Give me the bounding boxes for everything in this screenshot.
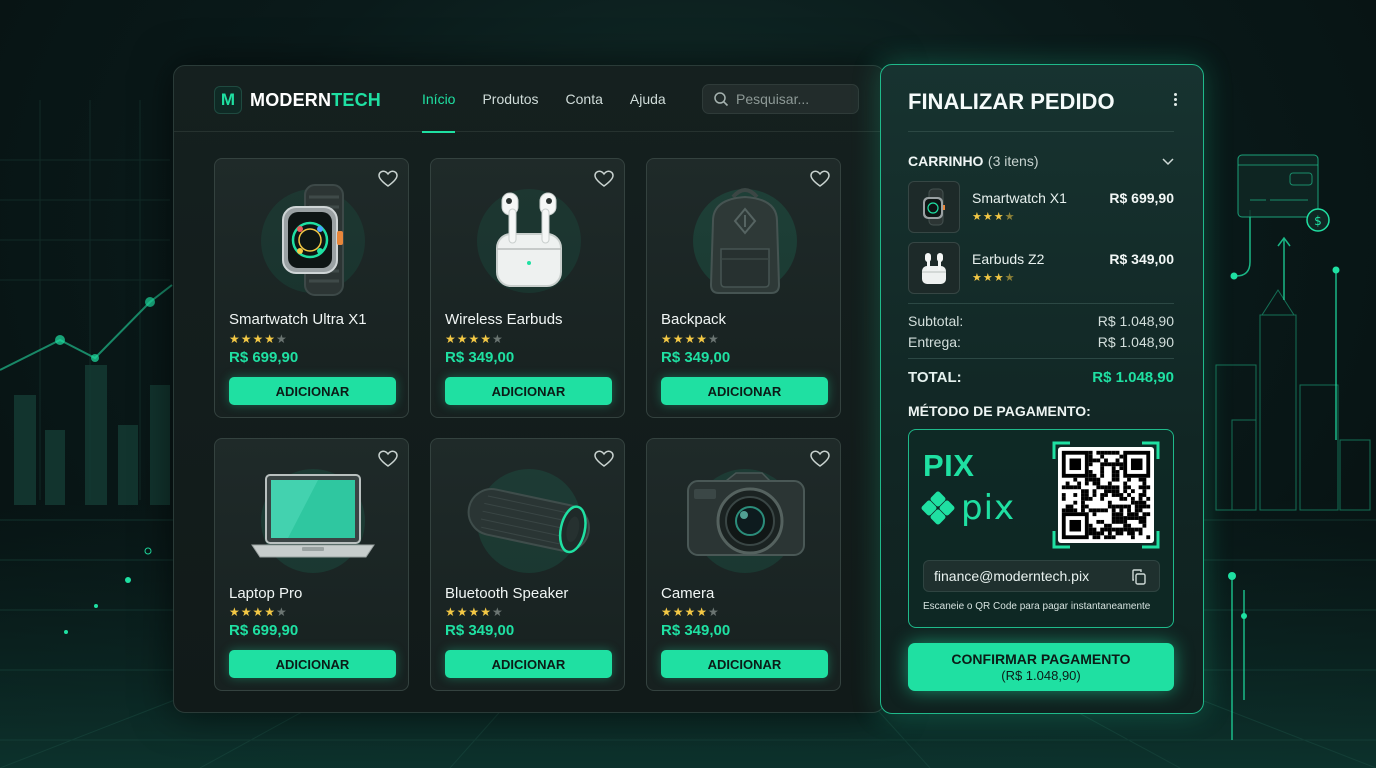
- product-price: R$ 349,00: [445, 349, 515, 366]
- total-value: R$ 1.048,90: [1092, 369, 1174, 386]
- pix-title: PIX: [923, 448, 975, 483]
- rating-stars: ★★★★: [972, 211, 1016, 223]
- rating-stars: ★★★★★: [229, 332, 288, 346]
- add-to-cart-button[interactable]: ADICIONAR: [661, 377, 828, 405]
- store-window: M MODERNTECH Início Produtos Conta Ajuda: [173, 65, 885, 713]
- shipping-label: Entrega:: [908, 334, 961, 350]
- checkout-title: FINALIZAR PEDIDO: [908, 89, 1115, 114]
- product-name: Backpack: [661, 311, 727, 328]
- product-price: R$ 699,90: [229, 349, 299, 366]
- smartwatch-thumbnail-icon: [908, 181, 960, 233]
- cart-header[interactable]: CARRINHO (3 itens): [908, 153, 1174, 171]
- product-name: Bluetooth Speaker: [445, 585, 569, 602]
- backpack-icon: [647, 169, 842, 309]
- product-card: Backpack ★★★★★ R$ 349,00 ADICIONAR: [646, 158, 841, 418]
- brand[interactable]: M MODERNTECH: [214, 86, 381, 114]
- brand-name: MODERNTECH: [250, 89, 382, 110]
- rating-stars: ★★★★★: [445, 605, 504, 619]
- product-price: R$ 349,00: [445, 622, 515, 639]
- cart-label: CARRINHO: [908, 153, 984, 169]
- product-card: Smartwatch Ultra X1 ★★★★★ R$ 699,90 ADIC…: [214, 158, 409, 418]
- rating-stars: ★★★★: [972, 272, 1016, 284]
- svg-text:$: $: [1314, 214, 1322, 228]
- top-navigation: M MODERNTECH Início Produtos Conta Ajuda: [174, 66, 884, 133]
- subtotal-row: Subtotal: R$ 1.048,90: [908, 313, 1174, 329]
- add-to-cart-button[interactable]: ADICIONAR: [445, 650, 612, 678]
- divider: [908, 358, 1174, 359]
- product-name: Laptop Pro: [229, 585, 303, 602]
- pix-logo-text: pix: [961, 488, 1016, 528]
- subtotal-value: R$ 1.048,90: [1097, 313, 1174, 329]
- pix-hint-text: Escaneie o QR Code para pagar instantane…: [923, 601, 1151, 612]
- earbuds-icon: [431, 169, 626, 309]
- smartwatch-icon: [215, 169, 410, 309]
- add-to-cart-button[interactable]: ADICIONAR: [229, 650, 396, 678]
- product-card: Laptop Pro ★★★★★ R$ 699,90 ADICIONAR: [214, 438, 409, 691]
- confirm-payment-button[interactable]: CONFIRMAR PAGAMENTO (R$ 1.048,90): [908, 643, 1174, 691]
- product-card: Bluetooth Speaker ★★★★★ R$ 349,00 ADICIO…: [430, 438, 625, 691]
- nav-item-inicio[interactable]: Início: [422, 66, 456, 133]
- confirm-amount: (R$ 1.048,90): [1001, 668, 1081, 683]
- subtotal-label: Subtotal:: [908, 313, 964, 329]
- product-price: R$ 349,00: [661, 622, 731, 639]
- nav-item-conta[interactable]: Conta: [566, 66, 603, 132]
- product-price: R$ 349,00: [661, 349, 731, 366]
- shipping-row: Entrega: R$ 1.048,90: [908, 334, 1174, 350]
- add-to-cart-button[interactable]: ADICIONAR: [661, 650, 828, 678]
- divider: [908, 303, 1174, 304]
- pix-key-field[interactable]: finance@moderntech.pix: [923, 560, 1160, 592]
- nav-item-ajuda[interactable]: Ajuda: [630, 66, 666, 132]
- qr-code-icon: [1058, 447, 1154, 543]
- qr-code: [1052, 441, 1160, 549]
- cart-item-price: R$ 699,90: [1109, 190, 1174, 206]
- checkout-panel: FINALIZAR PEDIDO CARRINHO (3 itens) Smar…: [880, 64, 1204, 714]
- product-card: Wireless Earbuds ★★★★★ R$ 349,00 ADICION…: [430, 158, 625, 418]
- divider: [908, 131, 1174, 132]
- confirm-label: CONFIRMAR PAGAMENTO: [951, 651, 1131, 667]
- rating-stars: ★★★★★: [661, 605, 720, 619]
- search-box: [702, 84, 859, 114]
- product-name: Camera: [661, 585, 715, 602]
- speaker-icon: [431, 449, 626, 589]
- chevron-down-icon[interactable]: [1162, 158, 1174, 166]
- cart-item-name: Smartwatch X1: [972, 190, 1067, 206]
- cart-item-price: R$ 349,00: [1109, 251, 1174, 267]
- nav-menu: Início Produtos Conta Ajuda: [422, 66, 693, 133]
- product-name: Smartwatch Ultra X1: [229, 311, 367, 328]
- laptop-icon: [215, 449, 410, 589]
- more-options-icon[interactable]: [1171, 91, 1179, 109]
- payment-method-label: MÉTODO DE PAGAMENTO:: [908, 403, 1091, 419]
- cart-item-name: Earbuds Z2: [972, 251, 1045, 267]
- pix-logo: pix: [921, 488, 1015, 528]
- add-to-cart-button[interactable]: ADICIONAR: [445, 377, 612, 405]
- product-card: Camera ★★★★★ R$ 349,00 ADICIONAR: [646, 438, 841, 691]
- product-name: Wireless Earbuds: [445, 311, 563, 328]
- pix-key-text: finance@moderntech.pix: [934, 568, 1090, 584]
- camera-icon: [647, 449, 842, 589]
- rating-stars: ★★★★★: [661, 332, 720, 346]
- rating-stars: ★★★★★: [445, 332, 504, 346]
- product-price: R$ 699,90: [229, 622, 299, 639]
- pix-diamond-icon: [921, 491, 955, 525]
- cart-item: Earbuds Z2 ★★★★ R$ 349,00: [908, 242, 1174, 294]
- total-label: TOTAL:: [908, 369, 962, 386]
- total-row: TOTAL: R$ 1.048,90: [908, 369, 1174, 386]
- search-icon: [714, 92, 729, 107]
- add-to-cart-button[interactable]: ADICIONAR: [229, 377, 396, 405]
- nav-item-produtos[interactable]: Produtos: [482, 66, 538, 132]
- shipping-value: R$ 1.048,90: [1097, 334, 1174, 350]
- pix-payment-option[interactable]: PIX pix finance@moderntech.pix Escaneie …: [908, 429, 1174, 628]
- copy-icon[interactable]: [1131, 569, 1147, 585]
- cart-item: Smartwatch X1 ★★★★ R$ 699,90: [908, 181, 1174, 233]
- rating-stars: ★★★★★: [229, 605, 288, 619]
- brand-logo-icon: M: [214, 86, 242, 114]
- cart-count: (3 itens): [987, 153, 1039, 169]
- search-input[interactable]: [736, 91, 846, 107]
- earbuds-thumbnail-icon: [908, 242, 960, 294]
